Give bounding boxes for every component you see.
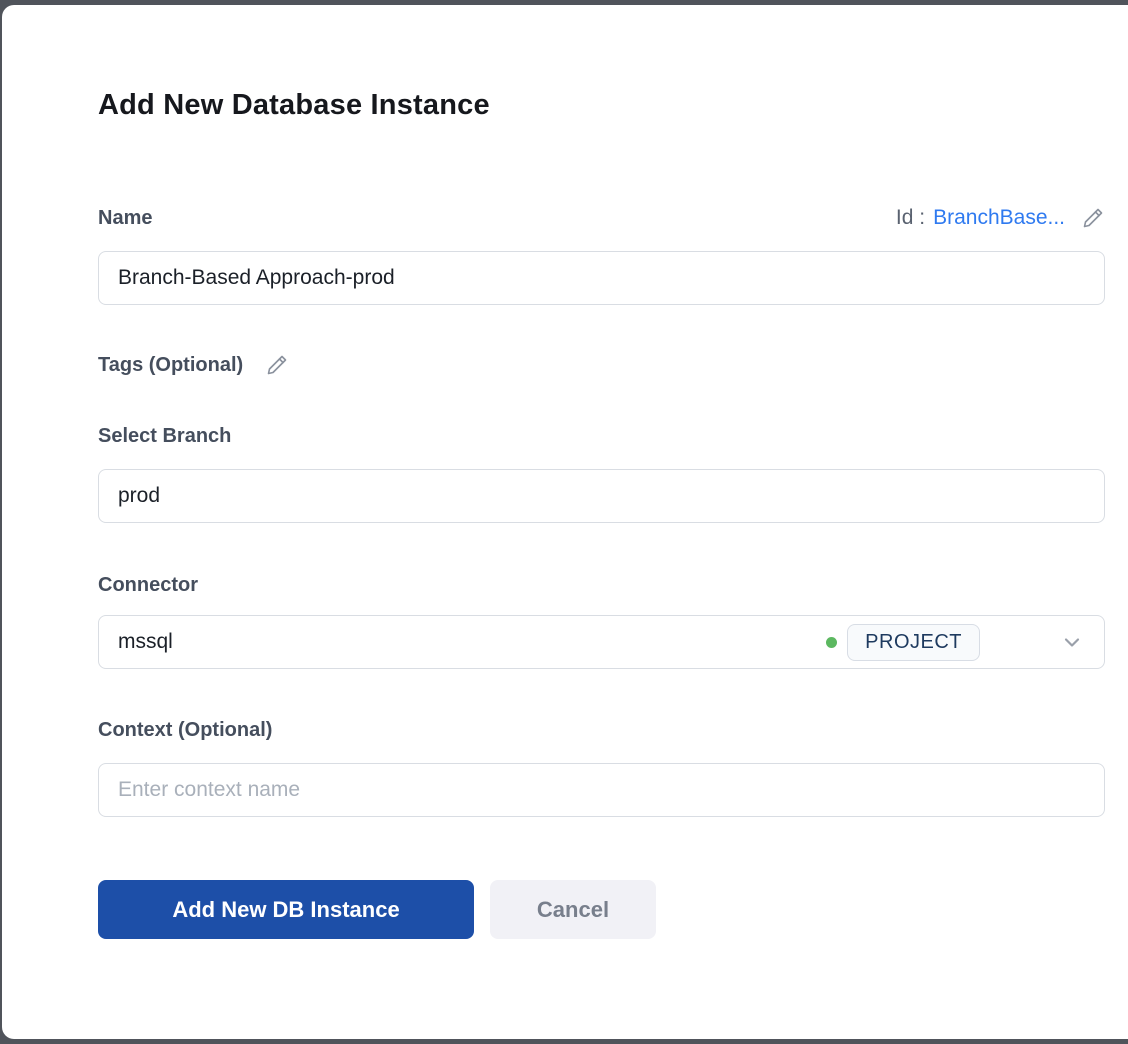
connector-label: Connector bbox=[98, 574, 198, 597]
connector-status-dot bbox=[826, 637, 837, 648]
chevron-down-icon[interactable] bbox=[1060, 630, 1084, 654]
branch-label: Select Branch bbox=[98, 425, 231, 448]
branch-input[interactable] bbox=[98, 469, 1105, 523]
connector-field-group: Connector mssql PROJECT bbox=[98, 574, 1105, 669]
tags-field-group: Tags (Optional) bbox=[98, 353, 1105, 377]
connector-value: mssql bbox=[118, 630, 173, 654]
button-row: Add New DB Instance Cancel bbox=[98, 880, 1009, 939]
context-field-group: Context (Optional) bbox=[98, 719, 1105, 817]
project-badge: PROJECT bbox=[847, 624, 980, 661]
add-db-instance-modal: ✕ Add New Database Instance Name Id : Br… bbox=[2, 5, 1128, 1039]
edit-tags-pencil-icon[interactable] bbox=[265, 353, 289, 377]
edit-id-pencil-icon[interactable] bbox=[1081, 206, 1105, 230]
context-label: Context (Optional) bbox=[98, 719, 272, 742]
add-db-instance-button[interactable]: Add New DB Instance bbox=[98, 880, 474, 939]
tags-label: Tags (Optional) bbox=[98, 354, 243, 377]
instance-id-link[interactable]: BranchBase... bbox=[933, 206, 1065, 230]
name-label: Name bbox=[98, 207, 152, 230]
instance-id-row: Id : BranchBase... bbox=[896, 206, 1105, 230]
id-prefix-label: Id : bbox=[896, 206, 925, 230]
page-title: Add New Database Instance bbox=[98, 89, 1009, 122]
modal-content: Add New Database Instance Name Id : Bran… bbox=[2, 5, 1009, 939]
connector-select[interactable]: mssql PROJECT bbox=[98, 615, 1105, 669]
context-input[interactable] bbox=[98, 763, 1105, 817]
branch-field-group: Select Branch bbox=[98, 425, 1105, 523]
name-field-group: Name Id : BranchBase... bbox=[98, 206, 1105, 305]
name-input[interactable] bbox=[98, 251, 1105, 305]
cancel-button[interactable]: Cancel bbox=[490, 880, 656, 939]
